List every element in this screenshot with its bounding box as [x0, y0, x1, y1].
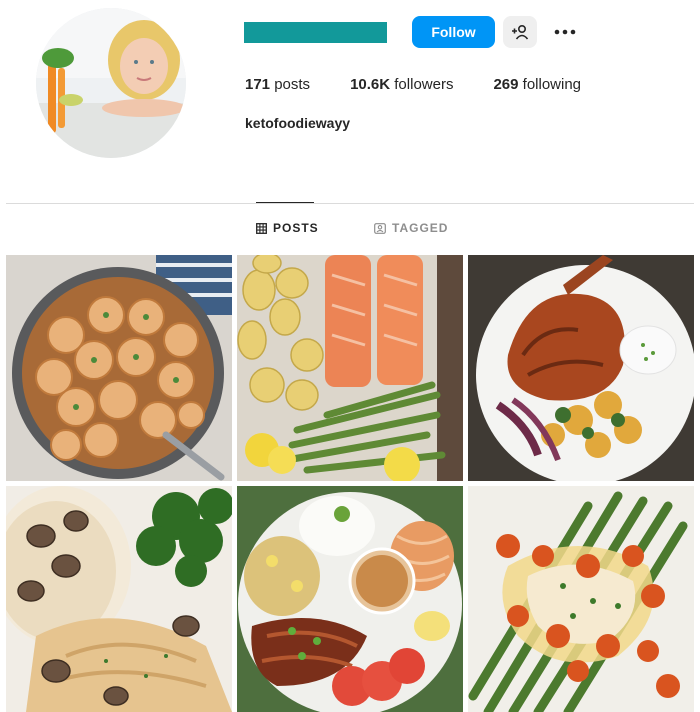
post-tile[interactable]	[468, 255, 694, 481]
profile-display-name: ketofoodiewayy	[245, 115, 351, 131]
followers-count[interactable]: 10.6K followers	[350, 76, 453, 93]
post-tile[interactable]	[237, 255, 463, 481]
post-tile[interactable]	[237, 486, 463, 712]
grid-icon	[256, 222, 267, 234]
post-image-pork-rice-plate	[237, 486, 463, 712]
posts-grid	[6, 255, 694, 712]
tabs-divider	[6, 203, 694, 204]
suggested-accounts-button[interactable]	[503, 16, 537, 48]
posts-count: 171 posts	[245, 76, 310, 93]
post-tile[interactable]	[468, 486, 694, 712]
post-image-fish-asparagus	[468, 486, 694, 712]
following-value: 269	[493, 76, 519, 93]
post-image-salmon-tray	[237, 255, 463, 481]
posts-label: posts	[274, 76, 311, 93]
tab-posts[interactable]: POSTS	[256, 221, 319, 235]
active-tab-indicator	[256, 202, 314, 203]
profile-stats: 171 posts 10.6K followers 269 following	[245, 76, 621, 93]
more-options-button[interactable]	[552, 20, 578, 44]
post-image-tortellini-pan	[6, 255, 232, 481]
username-redacted	[244, 22, 387, 43]
tagged-icon	[374, 222, 386, 234]
followers-label: followers	[394, 76, 454, 93]
post-image-mushroom-chicken	[6, 486, 232, 712]
post-tile[interactable]	[6, 255, 232, 481]
follow-button[interactable]: Follow	[412, 16, 495, 48]
avatar-image	[36, 8, 186, 158]
tab-posts-label: POSTS	[273, 221, 319, 235]
post-tile[interactable]	[6, 486, 232, 712]
following-label: following	[522, 76, 582, 93]
profile-avatar[interactable]	[36, 8, 186, 158]
followers-value: 10.6K	[350, 76, 391, 93]
more-horizontal-icon	[554, 29, 576, 35]
add-person-icon	[512, 24, 529, 40]
post-image-roast-chicken	[468, 255, 694, 481]
following-count[interactable]: 269 following	[493, 76, 581, 93]
tab-tagged-label: TAGGED	[392, 221, 449, 235]
posts-value: 171	[245, 76, 271, 93]
tab-tagged[interactable]: TAGGED	[374, 221, 448, 235]
